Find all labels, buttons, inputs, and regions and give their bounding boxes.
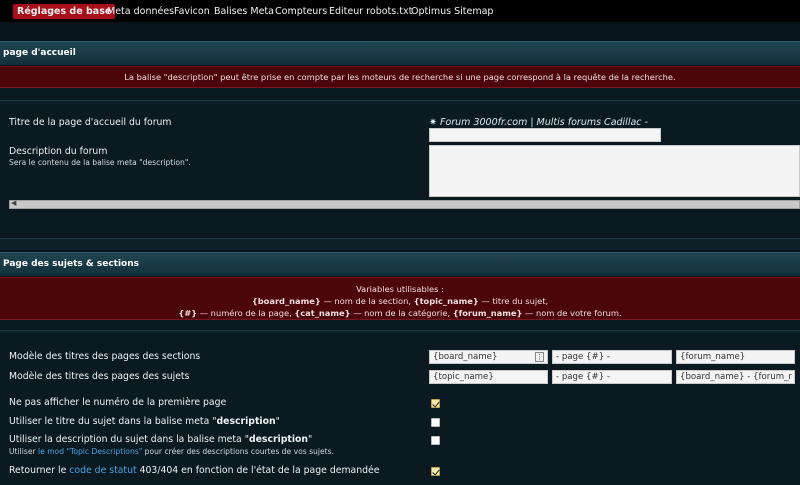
var-topic-name: {topic_name} [413,296,479,306]
home-desc-textarea[interactable] [429,145,800,197]
subjects-template-label: Modèle des titres des pages des sujets [9,371,190,382]
variables-title: Variables utilisables : [356,284,444,294]
home-title-input[interactable] [429,128,661,142]
var-cat-name: {cat_name} [294,308,351,318]
subjects-field-3[interactable]: {board_name} - {forum_r [676,370,795,384]
var-desc: — titre du sujet, [478,296,549,306]
option-status-code-label: Retourner le code de statut 403/404 en f… [9,465,379,476]
subjects-field-2[interactable]: - page {#} - [552,370,672,384]
horizontal-scrollbar[interactable]: ◀ [9,199,800,209]
label-text: Retourner le [9,465,70,476]
tab-bar: Réglages de base Meta données Favicon Ba… [0,0,800,22]
home-title-label: Titre de la page d'accueil du forum [9,117,172,128]
tab-meta-donnees[interactable]: Meta données [107,4,174,19]
tab-balises-meta[interactable]: Balises Meta [214,4,274,19]
sections-template-label: Modèle des titres des pages des sections [9,351,201,362]
variables-line-1: {board_name} — nom de la section, {topic… [0,295,800,307]
option-topic-desc-sublabel: Utiliser le mod "Topic Descriptions" pou… [9,447,334,456]
home-title-value: ✷ Forum 3000fr.com | Multis forums Cadil… [429,117,648,128]
tab-compteurs[interactable]: Compteurs [275,4,327,19]
var-desc: — nom de la catégorie, [350,308,453,318]
tab-favicon[interactable]: Favicon [174,4,210,19]
variables-line-2: {#} — numéro de la page, {cat_name} — no… [0,307,800,319]
subjects-field-1[interactable]: {topic_name} [429,370,548,384]
tab-optimus-sitemap[interactable]: Optimus Sitemap [411,4,493,19]
var-desc: — nom de la section, [320,296,414,306]
section-divider [0,238,800,250]
tab-reglages-de-base[interactable]: Réglages de base [13,4,116,19]
option-topic-desc-label: Utiliser la description du sujet dans la… [9,434,312,445]
option-topic-title-label: Utiliser le titre du sujet dans la balis… [9,416,280,427]
label-text: Utiliser la description du sujet dans la… [9,434,249,445]
sections-field-1[interactable]: {board_name} ⋮ [429,350,548,364]
home-info-banner: La balise "description" peut être prise … [0,66,800,88]
option-topic-desc-checkbox[interactable] [431,436,440,445]
var-desc: — nom de votre forum. [522,308,622,318]
home-desc-label: Description du forum [9,146,108,157]
option-topic-title-checkbox[interactable] [431,418,440,427]
var-forum-name: {forum_name} [452,308,523,318]
var-board-name: {board_name} [251,296,321,306]
sub-text: pour créer des descriptions courtes de v… [142,447,335,456]
field-value: {board_name} [433,352,498,362]
topic-descriptions-mod-link[interactable]: le mod "Topic Descriptions" [38,447,142,456]
status-code-link[interactable]: code de statut [69,465,136,476]
label-text: " [308,434,313,445]
option-status-code-checkbox[interactable] [431,467,440,476]
tab-editeur-robots[interactable]: Editeur robots.txt [329,4,412,19]
sub-text: Utiliser [9,447,39,456]
label-text: Utiliser le titre du sujet dans la balis… [9,416,217,427]
label-bold: description [216,416,276,427]
section-header-topics: Page des sujets & sections [0,252,800,276]
section-header-home: page d'accueil [0,41,800,65]
sections-field-2[interactable]: - page {#} - [552,350,672,364]
scroll-left-arrow-icon[interactable]: ◀ [11,199,16,207]
option-hide-first-page-checkbox[interactable] [431,399,440,408]
field-picker-icon[interactable]: ⋮ [535,352,544,362]
home-desc-sublabel: Sera le contenu de la balise meta "descr… [9,158,191,167]
var-page-number: {#} [178,308,198,318]
var-desc: — numéro de la page, [197,308,295,318]
sections-field-3[interactable]: {forum_name} [676,350,795,364]
topics-variables-banner: Variables utilisables : {board_name} — n… [0,277,800,320]
option-hide-first-page-label: Ne pas afficher le numéro de la première… [9,397,227,408]
label-text: 403/404 en fonction de l'état de la page… [136,465,380,476]
label-text: " [275,416,280,427]
label-bold: description [248,434,309,445]
